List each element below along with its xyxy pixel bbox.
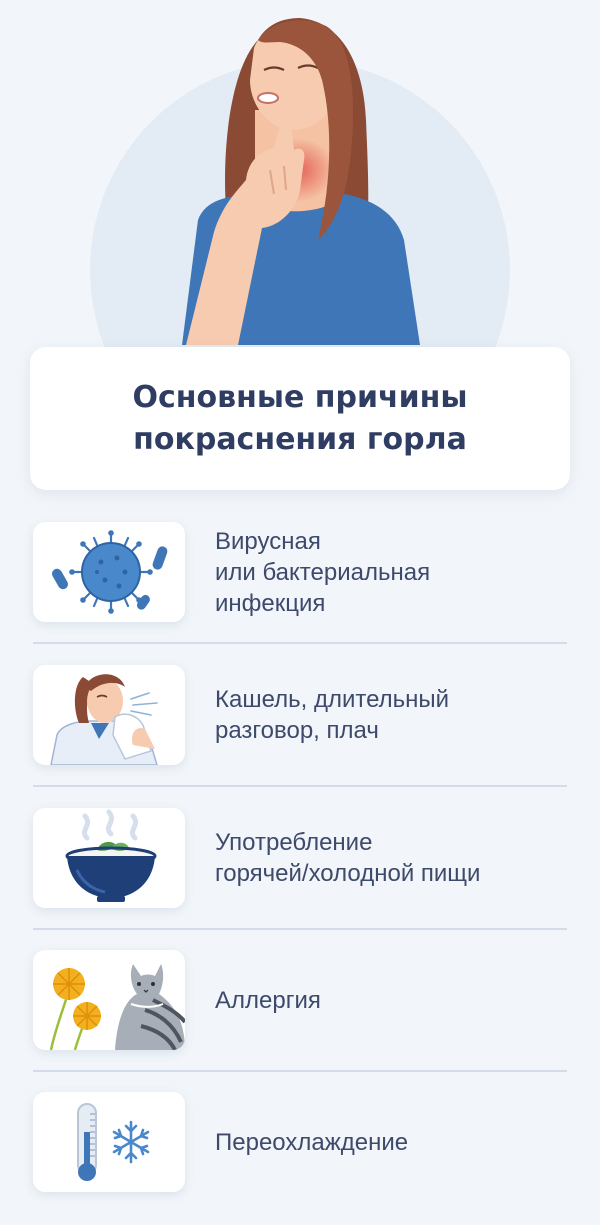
hot-food-bowl-icon <box>65 809 157 902</box>
hero-illustration <box>0 0 600 350</box>
cause-item-allergy: Аллергия <box>33 950 567 1072</box>
cause-thumb <box>33 950 185 1050</box>
coughing-woman-icon <box>50 674 158 765</box>
title-card: Основные причины покраснения горла <box>30 347 570 490</box>
cause-thumb <box>33 522 185 622</box>
woman-sore-throat-icon <box>90 18 510 350</box>
divider <box>33 785 567 787</box>
cause-item-infection: Вирусная или бактериальная инфекция <box>33 522 567 644</box>
cause-thumb <box>33 665 185 765</box>
cause-item-hypothermia: Переохлаждение <box>33 1092 567 1212</box>
cause-thumb <box>33 808 185 908</box>
cause-item-cough: Кашель, длительный разговор, плач <box>33 665 567 787</box>
cause-label: Кашель, длительный разговор, плач <box>215 686 450 744</box>
cause-item-food: Употребление горячей/холодной пищи <box>33 808 567 930</box>
cause-label: Переохлаждение <box>215 1128 409 1156</box>
divider <box>33 1070 567 1072</box>
virus-bacteria-icon <box>52 530 168 614</box>
cause-thumb <box>33 1092 185 1192</box>
cause-label: Употребление горячей/холодной пищи <box>215 829 481 887</box>
divider <box>33 928 567 930</box>
cause-label: Аллергия <box>215 986 321 1014</box>
page-title: Основные причины покраснения горла <box>132 379 468 457</box>
thermometer-snowflake-icon <box>77 1103 150 1181</box>
divider <box>33 642 567 644</box>
cause-label: Вирусная или бактериальная инфекция <box>215 527 431 617</box>
dandelion-cat-icon <box>49 964 185 1050</box>
